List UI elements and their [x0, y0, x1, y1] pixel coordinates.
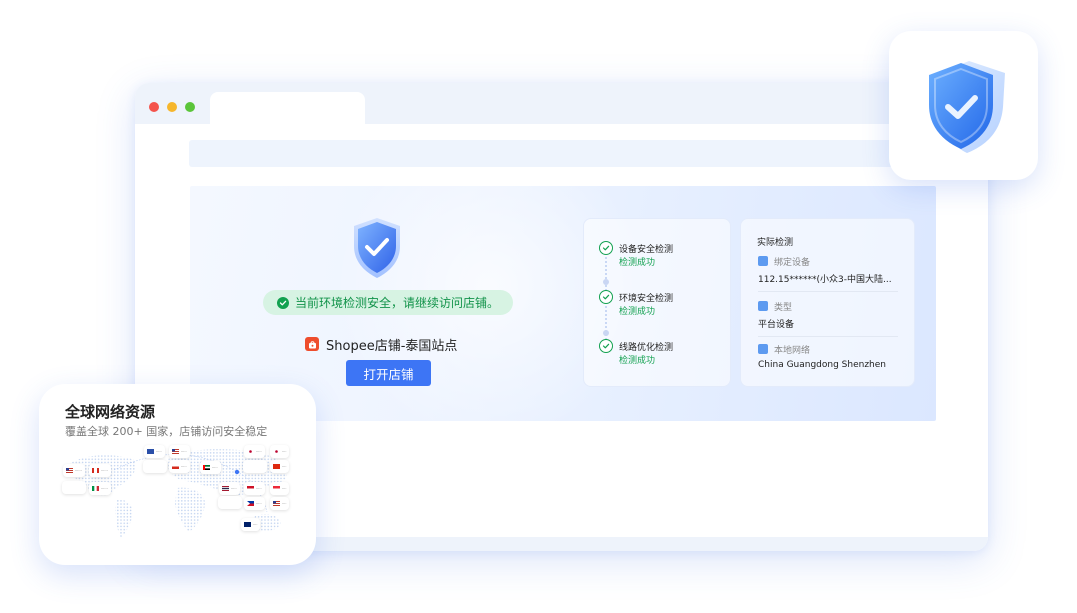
step-result: 检测成功	[619, 356, 656, 366]
country-chip: ·····	[144, 445, 165, 458]
country-chip: ······	[89, 482, 111, 495]
country-chip: ·····	[244, 482, 265, 495]
info-item-value: 平台设备	[758, 320, 795, 330]
check-steps-card: 设备安全检测 检测成功 环境安全检测 检测成功 线路优化检测 检测成功	[583, 218, 731, 387]
step-node	[603, 330, 609, 336]
info-item-local-network: 本地网络 China Guangdong Shenzhen	[758, 343, 898, 370]
country-chip: ····	[270, 445, 290, 458]
country-chip: ····	[270, 482, 290, 495]
country-chip: ·····	[169, 460, 190, 473]
step-connector	[605, 257, 607, 291]
info-item-label: 类型	[774, 303, 793, 313]
square-icon	[758, 301, 768, 311]
shield-check-icon	[929, 61, 1005, 153]
minimize-window-dot[interactable]	[167, 102, 177, 112]
shop-name: Shopee店铺-泰国站点	[326, 338, 458, 354]
shield-check-icon	[354, 218, 400, 278]
maximize-window-dot[interactable]	[185, 102, 195, 112]
status-message-text: 当前环境检测安全，请继续访问店铺。	[294, 296, 499, 310]
info-item-type: 类型 平台设备	[758, 300, 898, 337]
country-chip: ·····	[244, 445, 265, 458]
country-chip: ····	[270, 460, 290, 473]
info-item-label: 本地网络	[774, 346, 811, 356]
country-chip: ·····	[244, 497, 265, 510]
shopee-bag-icon	[305, 337, 319, 351]
close-window-dot[interactable]	[149, 102, 159, 112]
step-label: 设备安全检测	[619, 245, 674, 255]
country-chip	[143, 460, 167, 473]
step-result: 检测成功	[619, 258, 656, 268]
step-result: 检测成功	[619, 307, 656, 317]
country-chip: ·····	[200, 461, 221, 474]
shield-app-icon-card	[889, 31, 1038, 180]
country-chip: ····	[270, 497, 290, 510]
step-label: 线路优化检测	[619, 343, 674, 353]
address-bar[interactable]	[189, 140, 934, 167]
check-circle-icon	[276, 296, 289, 309]
country-chip: ······	[89, 464, 111, 477]
check-circle-outline-icon	[599, 339, 613, 353]
info-item-bound-device: 绑定设备 112.15******(小众3-中国大陆...	[758, 255, 898, 292]
network-title: 全球网络资源	[65, 403, 156, 421]
network-subtitle: 覆盖全球 200+ 国家，店铺访问安全稳定	[65, 425, 268, 438]
square-icon	[758, 344, 768, 354]
step-label: 环境安全检测	[619, 294, 674, 304]
country-chip	[218, 496, 242, 509]
info-item-value: China Guangdong Shenzhen	[758, 360, 887, 370]
country-chip: ······	[63, 464, 85, 477]
country-chip	[62, 481, 86, 494]
country-chip	[243, 460, 267, 473]
check-circle-outline-icon	[599, 241, 613, 255]
open-shop-button[interactable]: 打开店铺	[346, 360, 431, 386]
info-item-label: 绑定设备	[774, 258, 811, 268]
divider	[758, 336, 898, 337]
country-chip: ·····	[219, 482, 240, 495]
divider	[758, 291, 898, 292]
browser-tab[interactable]	[210, 92, 365, 124]
security-check-panel: 当前环境检测安全，请继续访问店铺。 Shopee店铺-泰国站点 打开店铺 设备安…	[190, 186, 936, 421]
promo-stage: 当前环境检测安全，请继续访问店铺。 Shopee店铺-泰国站点 打开店铺 设备安…	[0, 0, 1077, 613]
country-chip: ·····	[169, 445, 190, 458]
step-node	[603, 279, 609, 285]
square-icon	[758, 256, 768, 266]
check-circle-outline-icon	[599, 290, 613, 304]
status-message-pill: 当前环境检测安全，请继续访问店铺。	[263, 290, 513, 315]
global-network-card: 全球网络资源 覆盖全球 200+ 国家，店铺访问安全稳定 ······ ····…	[39, 384, 316, 565]
shop-info: Shopee店铺-泰国站点	[305, 335, 458, 354]
info-card-title: 实际检测	[757, 238, 794, 248]
actual-check-card: 实际检测 绑定设备 112.15******(小众3-中国大陆... 类型 平台…	[740, 218, 915, 387]
browser-titlebar	[135, 83, 988, 124]
country-chip: ····	[241, 518, 261, 531]
info-item-value: 112.15******(小众3-中国大陆...	[758, 275, 892, 285]
